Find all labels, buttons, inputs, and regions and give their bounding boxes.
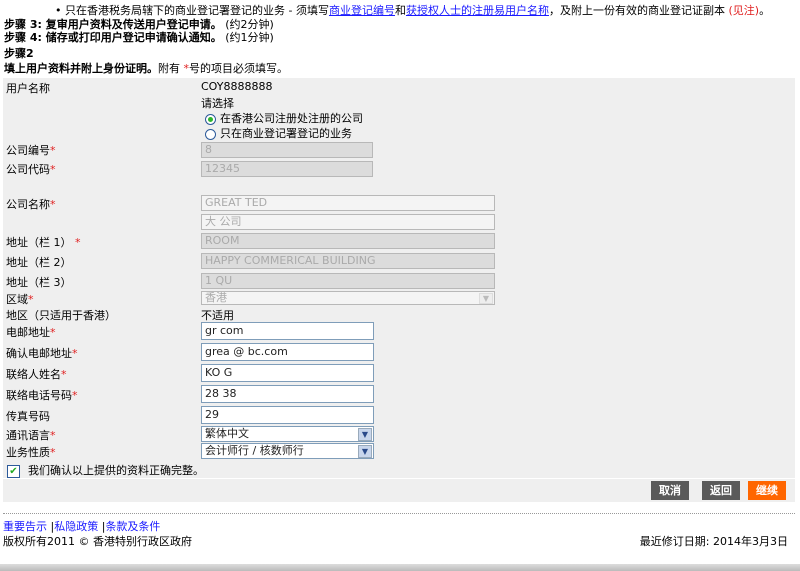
email-input[interactable]: gr com: [201, 322, 374, 340]
terms-link[interactable]: 条款及条件: [105, 520, 160, 533]
select-value: 香港: [205, 291, 227, 304]
username-value: COY8888888: [201, 80, 273, 93]
company-code-label: 公司代码*: [6, 161, 56, 177]
step-time: (约1分钟): [225, 31, 274, 44]
chevron-down-icon: ▼: [479, 293, 493, 304]
addr3-label: 地址（栏 3）: [6, 276, 72, 289]
required-star: *: [50, 144, 56, 157]
email-confirm-label: 确认电邮地址*: [6, 345, 78, 361]
biz-label: 业务性质*: [6, 444, 56, 460]
company-name-en-input[interactable]: GREAT TED: [201, 195, 495, 211]
addr1-input[interactable]: ROOM: [201, 233, 495, 249]
step-4: 步骤 4: 储存或打印用户登记申请确认通知。 (约1分钟): [4, 29, 274, 45]
required-star: *: [61, 368, 67, 381]
fax-input[interactable]: 29: [201, 406, 374, 424]
required-star: *: [28, 293, 34, 306]
required-star: *: [50, 446, 56, 459]
chevron-down-icon: ▼: [358, 445, 372, 458]
contact-label: 联络人姓名*: [6, 366, 67, 382]
section-heading: 填上用户资料并附上身份证明。附有 *号的项目必须填写。: [4, 60, 288, 76]
biz-select[interactable]: 会计师行 / 核数师行 ▼: [201, 443, 374, 459]
required-star: *: [72, 347, 78, 360]
contact-input[interactable]: KO G: [201, 364, 374, 382]
addr2-input[interactable]: HAPPY COMMERICAL BUILDING: [201, 253, 495, 269]
heading-text: 填上用户资料并附上身份证明。: [4, 62, 158, 75]
choose-label: 请选择: [201, 97, 234, 110]
label-text: 公司名称: [6, 198, 50, 211]
addr1-label: 地址（栏 1） *: [6, 234, 81, 250]
note-post: 号的项目必须填写。: [189, 62, 288, 75]
label-text: 地址（栏 1）: [6, 236, 72, 249]
section-step: 步骤2: [4, 47, 34, 60]
radio-label: 只在商业登记署登记的业务: [220, 127, 352, 140]
radio-icon[interactable]: [205, 128, 216, 140]
intro-end: 。: [759, 4, 771, 17]
addr2-label: 地址（栏 2）: [6, 256, 72, 269]
label-text: 电邮地址: [6, 326, 50, 339]
step-title: 步骤 4: 储存或打印用户登记申请确认通知。: [4, 31, 222, 44]
company-name-label: 公司名称*: [6, 196, 56, 212]
username-label: 用户名称: [6, 82, 50, 95]
lang-label: 通讯语言*: [6, 427, 56, 443]
radio-label: 在香港公司注册处注册的公司: [220, 112, 363, 125]
company-no-input[interactable]: 8: [201, 142, 373, 158]
continue-button[interactable]: 继续: [748, 481, 786, 500]
required-star: *: [72, 389, 78, 402]
addr3-input[interactable]: 1 QU: [201, 273, 495, 289]
label-text: 确认电邮地址: [6, 347, 72, 360]
region-label: 区域*: [6, 291, 34, 307]
label-text: 区域: [6, 293, 28, 306]
chevron-down-icon: ▼: [358, 428, 372, 441]
revised-date: 最近修订日期: 2014年3月3日: [639, 535, 788, 548]
copyright: 版权所有2011 © 香港特别行政区政府: [3, 535, 192, 548]
label-text: 联络人姓名: [6, 368, 61, 381]
required-star: *: [50, 326, 56, 339]
notice-link[interactable]: 重要告示: [3, 520, 47, 533]
district-label: 地区（只适用于香港）: [6, 309, 116, 322]
required-star: *: [75, 236, 81, 249]
radio-registered-company[interactable]: 在香港公司注册处注册的公司: [205, 110, 363, 126]
region-select[interactable]: 香港 ▼: [201, 291, 495, 305]
select-value: 会计师行 / 核数师行: [205, 444, 304, 457]
required-star: *: [50, 429, 56, 442]
label-text: 公司编号: [6, 144, 50, 157]
label-text: 通讯语言: [6, 429, 50, 442]
label-text: 公司代码: [6, 163, 50, 176]
radio-br-business[interactable]: 只在商业登记署登记的业务: [205, 125, 352, 141]
company-name-zh-input[interactable]: 大 公司: [201, 214, 495, 230]
required-star: *: [50, 198, 56, 211]
email-confirm-input[interactable]: grea @ bc.com: [201, 343, 374, 361]
company-code-input[interactable]: 12345: [201, 161, 373, 177]
bottom-border: [0, 564, 800, 571]
district-value: 不适用: [201, 309, 234, 322]
authorized-user-link[interactable]: 获授权人士的注册易用户名称: [406, 4, 549, 17]
footer-divider: [3, 513, 795, 514]
back-button[interactable]: 返回: [702, 481, 740, 500]
tel-input[interactable]: 28 38: [201, 385, 374, 403]
checkbox-checked-icon[interactable]: ✔: [7, 464, 20, 478]
required-star: *: [50, 163, 56, 176]
confirm-checkbox-row[interactable]: ✔ 我们确认以上提供的资料正确完整。: [7, 462, 204, 478]
fax-label: 传真号码: [6, 410, 50, 423]
footer-links: 重要告示 |私隐政策 |条款及条件: [3, 518, 160, 534]
intro-after: ，及附上一份有效的商业登记证副本: [548, 4, 725, 17]
company-no-label: 公司编号*: [6, 142, 56, 158]
lang-select[interactable]: 繁体中文 ▼: [201, 426, 374, 442]
email-label: 电邮地址*: [6, 324, 56, 340]
br-number-link[interactable]: 商业登记编号: [329, 4, 395, 17]
cancel-button[interactable]: 取消: [651, 481, 689, 500]
radio-selected-icon[interactable]: [205, 113, 216, 125]
select-value: 繁体中文: [205, 427, 249, 440]
privacy-link[interactable]: 私隐政策: [54, 520, 98, 533]
checkbox-label: 我们确认以上提供的资料正确完整。: [28, 464, 204, 477]
tel-label: 联络电话号码*: [6, 387, 78, 403]
label-text: 业务性质: [6, 446, 50, 459]
label-text: 联络电话号码: [6, 389, 72, 402]
note-pre: 附有: [158, 62, 180, 75]
and-text: 和: [394, 4, 406, 17]
note-link[interactable]: (见注): [728, 4, 759, 17]
